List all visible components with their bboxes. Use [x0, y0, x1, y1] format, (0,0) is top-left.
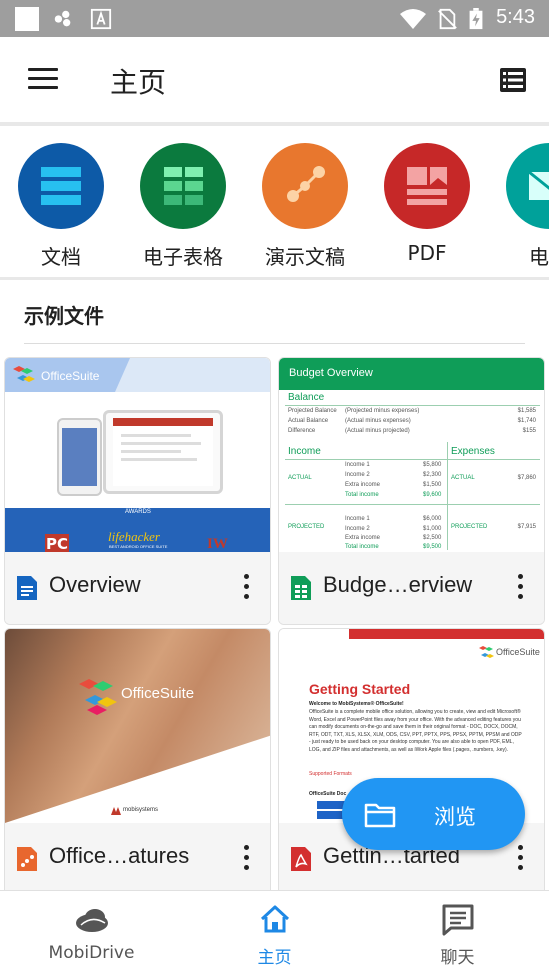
file-name: Budge…erview — [323, 572, 473, 597]
battery-charging-icon — [469, 8, 483, 30]
category-label: 演示文稿 — [265, 245, 345, 269]
folder-icon — [364, 803, 396, 828]
category-spreadsheets[interactable]: 电子表格 — [128, 143, 238, 270]
nav-mobidrive[interactable]: MobiDrive — [0, 891, 183, 976]
toolbar-divider — [0, 122, 549, 126]
category-email[interactable]: 电子 — [494, 143, 549, 270]
nav-home[interactable]: 主页 — [183, 891, 366, 976]
browse-button[interactable]: 浏览 — [342, 778, 525, 850]
document-file-icon — [17, 576, 37, 600]
cloud-icon — [76, 909, 108, 932]
officesuite-logo-icon — [13, 366, 35, 382]
spreadsheet-icon — [164, 167, 203, 205]
notification-app-icon — [54, 10, 71, 27]
presentation-file-icon — [17, 847, 37, 871]
list-view-icon[interactable] — [499, 67, 527, 93]
category-row: 文档 电子表格 演示文稿 PDF 电 — [0, 127, 549, 277]
nav-label: MobiDrive — [48, 943, 135, 963]
file-card-footer: Budge…erview — [279, 552, 544, 624]
brand-label: OfficeSuite — [41, 369, 100, 383]
more-options-icon[interactable] — [244, 845, 250, 873]
file-card-footer: Overview — [5, 552, 270, 624]
more-options-icon[interactable] — [518, 574, 524, 602]
doc-heading: Getting Started — [309, 681, 411, 697]
home-icon — [260, 905, 290, 933]
pdf-icon — [407, 167, 447, 205]
pdf-file-icon — [291, 847, 311, 871]
maker-label: mobisystems — [123, 807, 159, 813]
category-label: 电子表格 — [143, 245, 223, 269]
wifi-icon — [400, 9, 426, 29]
chat-icon — [442, 904, 474, 936]
brand-label: OfficeSuite — [121, 685, 195, 702]
file-thumbnail: Budget Overview Balance Projected Balanc… — [279, 358, 544, 552]
status-bar: 5:43 — [0, 0, 549, 37]
mobisystems-logo-icon — [111, 807, 121, 815]
brand-label: OfficeSuite — [496, 647, 540, 657]
nav-label: 聊天 — [440, 948, 475, 968]
officesuite-logo-icon — [79, 679, 117, 715]
more-options-icon[interactable] — [518, 845, 524, 873]
category-label: 文档 — [41, 245, 81, 269]
pc-badge: PC — [45, 534, 69, 552]
nav-chat[interactable]: 聊天 — [366, 891, 549, 976]
category-label: 电子 — [529, 245, 549, 269]
category-divider — [0, 277, 549, 280]
officesuite-logo-icon — [479, 646, 494, 658]
iw-badge: IW — [207, 536, 228, 552]
file-card-overview[interactable]: OfficeSuite AWARDS PC lifehacker BEST AN… — [4, 357, 271, 625]
more-options-icon[interactable] — [244, 574, 250, 602]
lifehacker-sub: BEST ANDROID OFFICE SUITE — [109, 544, 168, 549]
section-title: 示例文件 — [24, 304, 104, 328]
awards-label: AWARDS — [125, 509, 151, 515]
file-card-budget[interactable]: Budget Overview Balance Projected Balanc… — [278, 357, 545, 625]
document-icon — [41, 167, 81, 205]
file-name: Overview — [49, 572, 141, 597]
nav-label: 主页 — [257, 948, 292, 968]
file-card-footer: Office…atures — [5, 823, 270, 895]
notification-square-icon — [15, 7, 39, 31]
menu-icon[interactable] — [28, 68, 58, 92]
toolbar: 主页 — [0, 37, 549, 123]
file-thumbnail: OfficeSuite mobisystems — [5, 629, 270, 823]
section-divider — [24, 343, 525, 344]
file-thumbnail: OfficeSuite AWARDS PC lifehacker BEST AN… — [5, 358, 270, 552]
no-sim-icon — [438, 8, 457, 30]
spreadsheet-file-icon — [291, 576, 311, 600]
lifehacker-label: lifehacker — [108, 529, 160, 544]
presentation-icon — [287, 166, 325, 202]
category-documents[interactable]: 文档 — [6, 143, 116, 270]
bottom-navigation: MobiDrive 主页 聊天 — [0, 890, 549, 976]
browse-label: 浏览 — [434, 805, 476, 829]
email-icon — [528, 170, 549, 200]
file-name: Office…atures — [49, 843, 190, 868]
status-time: 5:43 — [496, 6, 535, 28]
category-pdf[interactable]: PDF — [372, 143, 482, 265]
category-presentations[interactable]: 演示文稿 — [250, 143, 360, 270]
budget-header: Budget Overview — [279, 358, 544, 390]
notification-a-icon — [90, 8, 112, 30]
category-label: PDF — [407, 241, 447, 265]
file-card-getting-started[interactable]: OfficeSuite Getting Started Welcome to M… — [278, 628, 545, 896]
page-title: 主页 — [110, 66, 167, 99]
file-card-features[interactable]: OfficeSuite mobisystems Office…atures — [4, 628, 271, 896]
